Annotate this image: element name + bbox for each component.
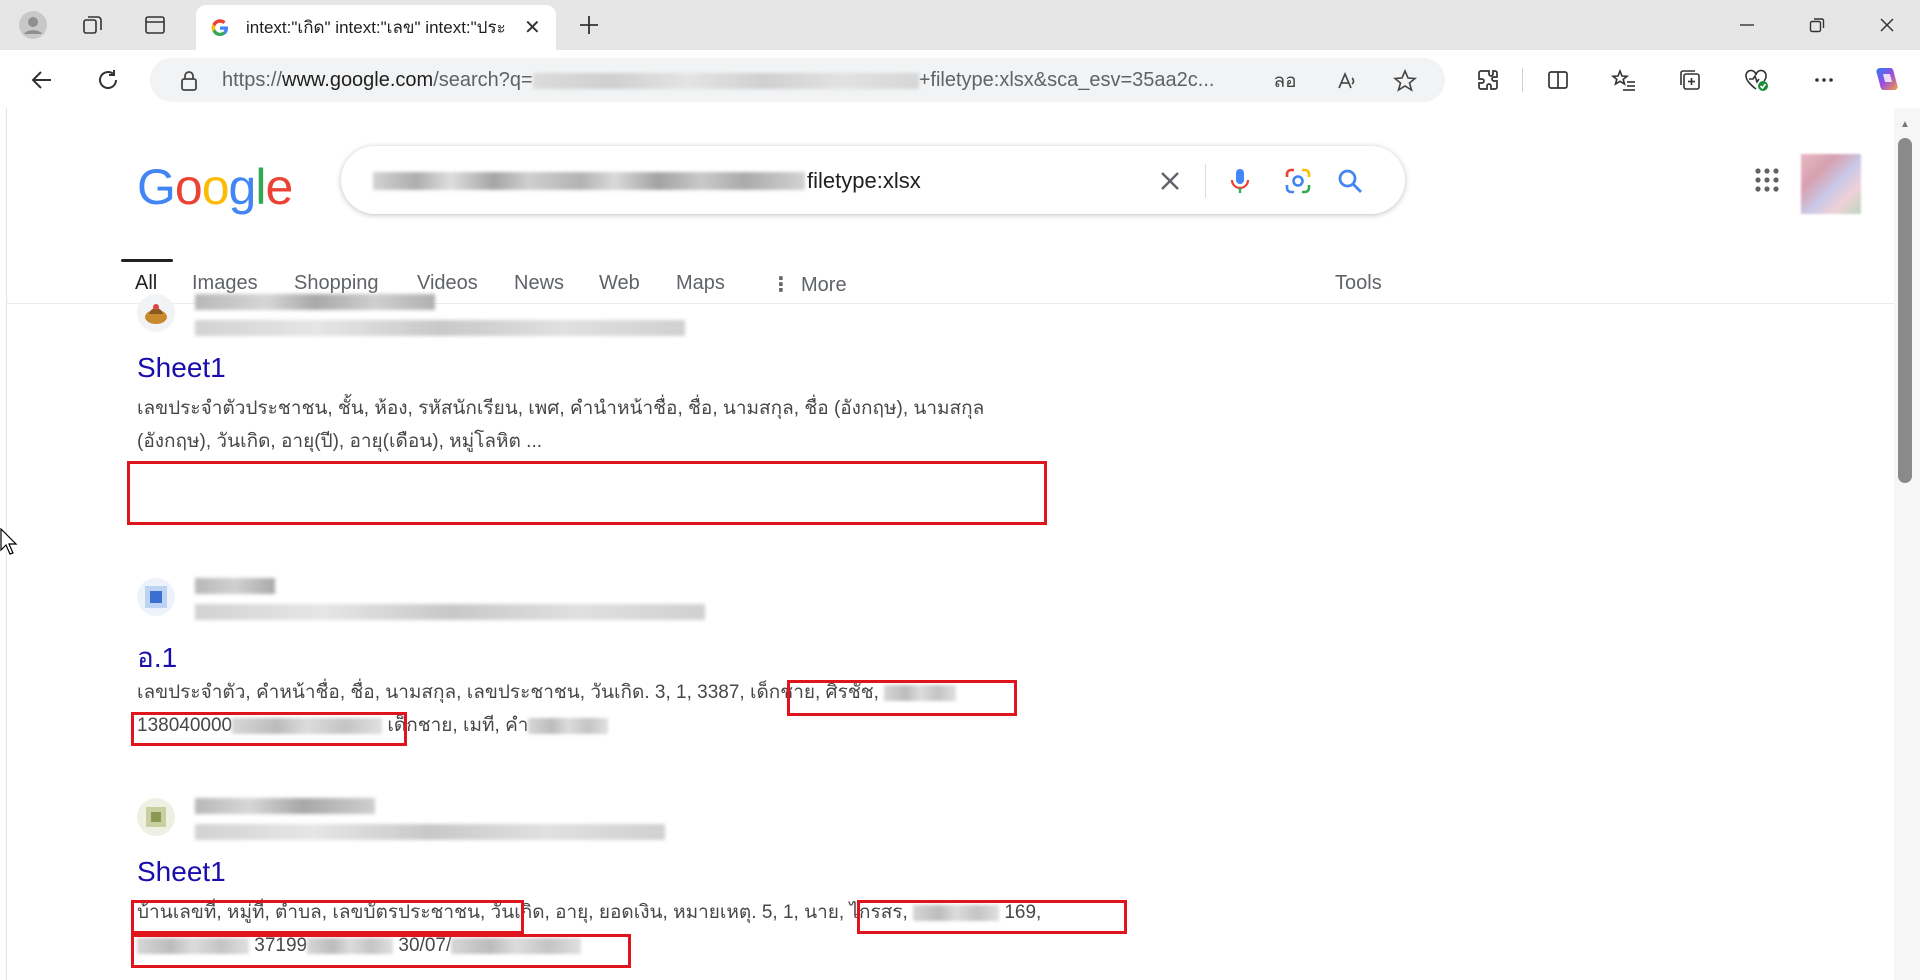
tab-web[interactable]: Web (599, 272, 640, 295)
browser-essentials-icon[interactable] (1738, 62, 1774, 98)
red-annotation-box (787, 680, 1017, 716)
new-tab-icon[interactable] (572, 8, 606, 42)
mouse-cursor-icon (0, 528, 18, 555)
red-annotation-box (131, 712, 407, 746)
collections-icon[interactable] (1672, 62, 1708, 98)
redacted-query (373, 172, 805, 190)
search-icon[interactable] (1333, 164, 1367, 198)
lock-icon[interactable] (176, 68, 202, 94)
site-name-redacted (195, 578, 275, 594)
result-snippet: เลขประจำตัวประชาชน, ชั้น, ห้อง, รหัสนักเ… (137, 392, 984, 458)
red-annotation-box (127, 461, 1047, 525)
close-window-button[interactable] (1852, 0, 1920, 50)
tab-close-icon[interactable]: ✕ (524, 15, 541, 40)
result-title-link[interactable]: อ.1 (137, 636, 177, 680)
red-annotation-box (131, 934, 631, 968)
clear-search-icon[interactable] (1153, 164, 1187, 198)
tab-more-label: More (801, 274, 847, 296)
page-content: Google filetype:xlsx All Images Shopping… (6, 108, 1894, 980)
site-url-redacted (195, 604, 705, 620)
translate-icon[interactable]: ลอ (1272, 68, 1298, 94)
scroll-up-icon[interactable]: ▲ (1898, 118, 1912, 130)
address-bar[interactable]: https://www.google.com/search?q= +filetyp… (150, 58, 1445, 102)
active-tab-indicator (121, 259, 173, 262)
toolbar-divider (1522, 68, 1523, 92)
read-aloud-icon[interactable] (1334, 68, 1360, 94)
more-vert-icon: ⋮ (771, 274, 791, 296)
tab-all[interactable]: All (135, 272, 157, 295)
voice-search-icon[interactable] (1223, 164, 1257, 198)
site-favicon (137, 578, 175, 616)
tab-title: intext:"เกิด" intext:"เลข" intext:"ประ (246, 18, 506, 37)
tab-images[interactable]: Images (192, 272, 258, 295)
address-url: https://www.google.com/search?q= +filetyp… (222, 69, 1215, 91)
lens-search-icon[interactable] (1281, 164, 1315, 198)
vertical-tabs-icon[interactable] (138, 8, 172, 42)
split-screen-icon[interactable] (1540, 62, 1576, 98)
restore-button[interactable] (1782, 0, 1852, 50)
refresh-button[interactable] (90, 62, 126, 98)
search-divider (1205, 164, 1206, 198)
copilot-icon[interactable] (1868, 62, 1904, 98)
profile-icon[interactable] (16, 8, 50, 42)
google-logo[interactable]: Google (137, 158, 293, 216)
redacted-query (532, 72, 919, 89)
site-favicon (137, 294, 175, 332)
google-apps-icon[interactable] (1747, 160, 1787, 200)
search-query-text: filetype:xlsx (807, 168, 921, 193)
site-favicon (137, 798, 175, 836)
tab-maps[interactable]: Maps (676, 272, 725, 295)
tab-news[interactable]: News (514, 272, 564, 295)
red-annotation-box (131, 900, 524, 934)
tab-strip: intext:"เกิด" intext:"เลข" intext:"ประ ✕ (0, 0, 1920, 50)
search-result: Sheet1 เลขประจำตัวประชาชน, ชั้น, ห้อง, ร… (137, 294, 1137, 454)
snippet-line: เลขประจำตัวประชาชน, ชั้น, ห้อง, รหัสนักเ… (137, 398, 985, 419)
scrollbar-thumb[interactable] (1898, 138, 1912, 483)
tab-shopping[interactable]: Shopping (294, 272, 379, 295)
tools-button[interactable]: Tools (1335, 272, 1382, 295)
tab-active[interactable]: intext:"เกิด" intext:"เลข" intext:"ประ ✕ (196, 5, 556, 50)
result-title-link[interactable]: Sheet1 (137, 352, 226, 384)
search-input[interactable]: filetype:xlsx (341, 146, 1405, 214)
result-title-link[interactable]: Sheet1 (137, 856, 226, 888)
account-avatar[interactable] (1801, 154, 1861, 214)
site-name-redacted (195, 294, 435, 310)
favorite-star-icon[interactable] (1392, 68, 1418, 94)
workspaces-icon[interactable] (76, 8, 110, 42)
extensions-icon[interactable] (1470, 62, 1506, 98)
red-annotation-box (857, 900, 1127, 934)
site-name-redacted (195, 798, 375, 814)
site-url-redacted (195, 824, 665, 840)
google-favicon-icon (211, 18, 228, 36)
site-url-redacted (195, 320, 685, 336)
favorites-list-icon[interactable] (1606, 62, 1642, 98)
minimize-button[interactable] (1712, 0, 1782, 50)
tab-videos[interactable]: Videos (417, 272, 478, 295)
more-menu-icon[interactable] (1806, 62, 1842, 98)
snippet-line: (อังกฤษ), วันเกิด, อายุ(ปี), อายุ(เดือน)… (137, 431, 543, 452)
browser-toolbar: https://www.google.com/search?q= +filetyp… (0, 50, 1920, 108)
back-button[interactable] (24, 62, 60, 98)
